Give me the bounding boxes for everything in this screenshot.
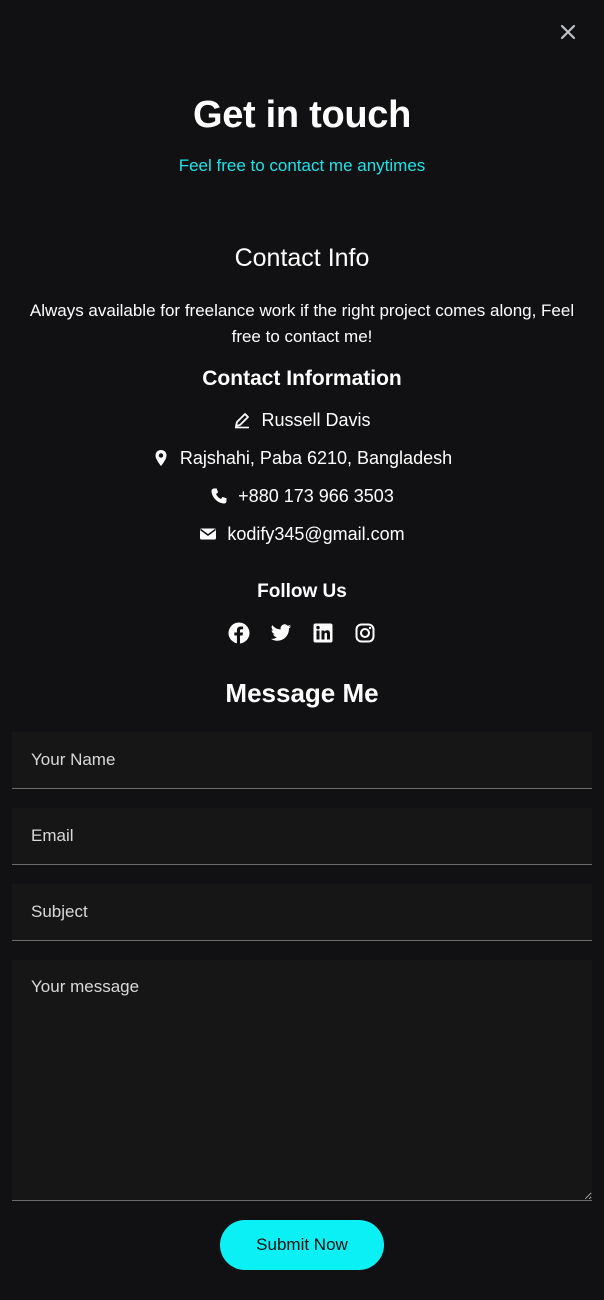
contact-information-heading: Contact Information: [202, 367, 402, 390]
contact-info-description: Always available for freelance work if t…: [29, 301, 575, 346]
pen-icon: [233, 411, 251, 429]
message-me-title: Message Me: [225, 678, 379, 708]
page-title: Get in touch: [192, 94, 412, 136]
submit-button[interactable]: Submit Now: [220, 1220, 384, 1270]
subject-input[interactable]: [12, 884, 592, 941]
contact-email: kodify345@gmail.com: [227, 523, 405, 544]
facebook-icon[interactable]: [228, 622, 250, 644]
twitter-icon[interactable]: [270, 622, 292, 644]
close-button[interactable]: [556, 20, 580, 44]
contact-name: Russell Davis: [261, 409, 371, 430]
contact-email-row: kodify345@gmail.com: [0, 520, 604, 548]
location-pin-icon: [152, 449, 170, 467]
email-input[interactable]: [12, 808, 592, 865]
contact-address-row: Rajshahi, Paba 6210, Bangladesh: [0, 444, 604, 472]
page-subtitle: Feel free to contact me anytimes: [178, 156, 426, 175]
name-input[interactable]: [12, 732, 592, 789]
close-icon: [560, 24, 576, 40]
contact-phone: +880 173 966 3503: [238, 485, 394, 506]
social-links: [0, 622, 604, 644]
contact-phone-row: +880 173 966 3503: [0, 482, 604, 510]
phone-icon: [210, 487, 228, 505]
contact-name-row: Russell Davis: [0, 406, 604, 434]
linkedin-icon[interactable]: [312, 622, 334, 644]
message-textarea[interactable]: [12, 960, 592, 1201]
contact-info-title: Contact Info: [234, 244, 370, 272]
follow-us-heading: Follow Us: [257, 581, 347, 602]
envelope-icon: [199, 525, 217, 543]
instagram-icon[interactable]: [354, 622, 376, 644]
contact-address: Rajshahi, Paba 6210, Bangladesh: [179, 447, 453, 468]
